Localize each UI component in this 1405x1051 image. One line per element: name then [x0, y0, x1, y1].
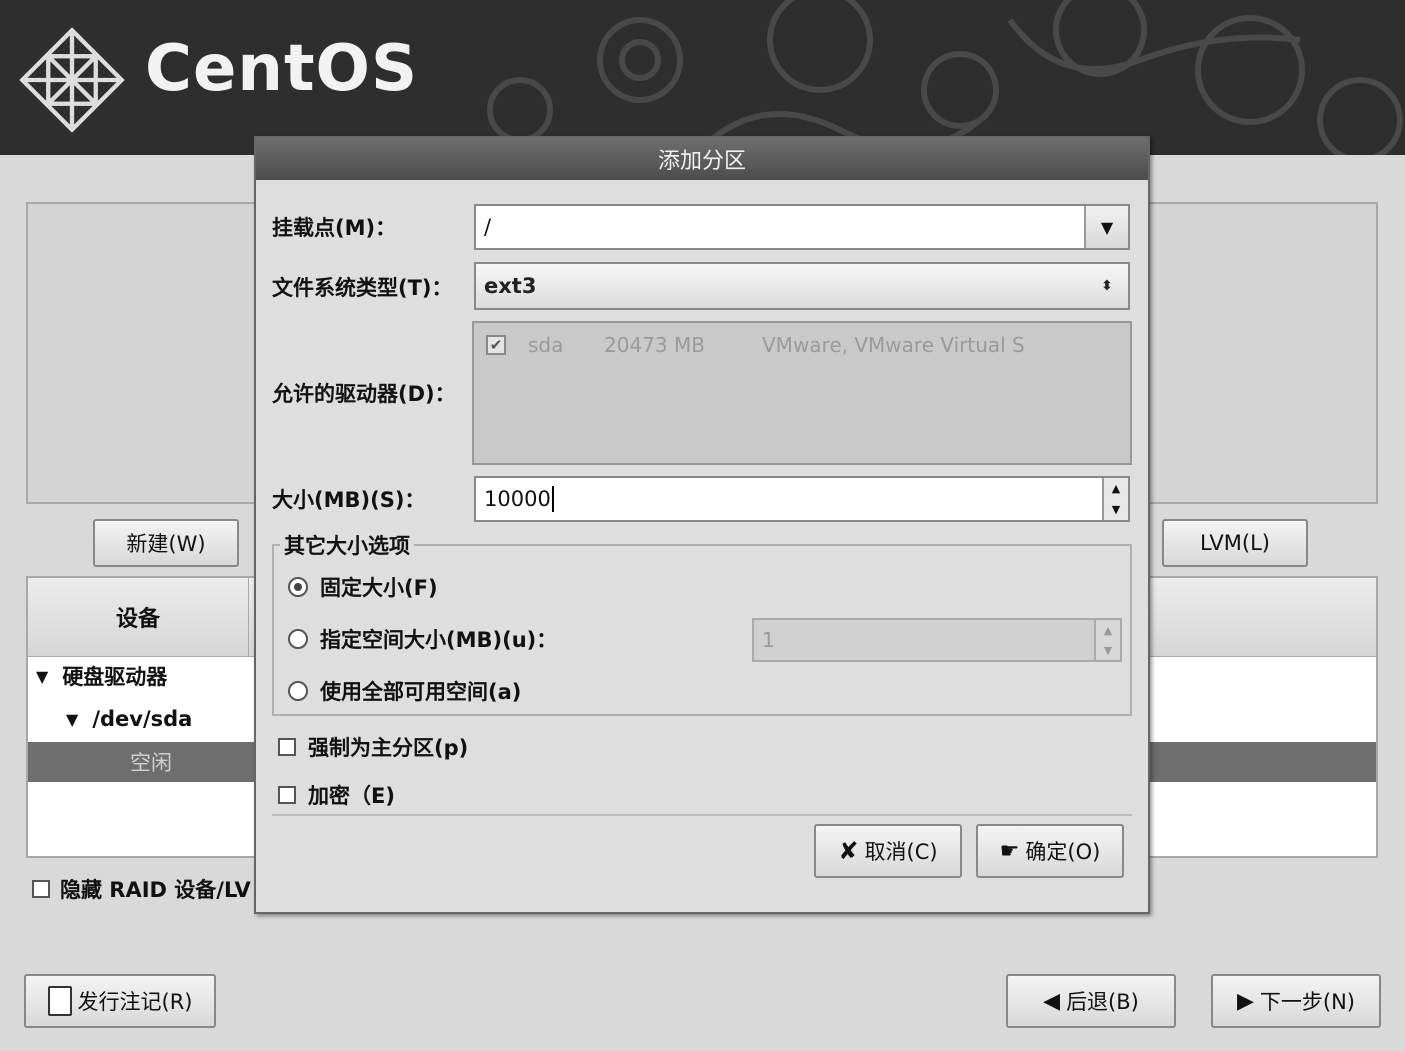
dialog-title: 添加分区	[256, 138, 1148, 180]
force-primary-label: 强制为主分区(p)	[308, 736, 469, 760]
drive-name: sda	[528, 333, 564, 357]
fill-to-size-value: 1	[762, 628, 775, 652]
expander-icon[interactable]: ▼	[36, 667, 48, 686]
release-notes-label: 发行注记(R)	[77, 990, 193, 1014]
hide-raid-checkbox-row[interactable]: 隐藏 RAID 设备/LV	[32, 874, 251, 904]
encrypt-label: 加密（E)	[308, 784, 395, 808]
hide-raid-checkbox[interactable]	[32, 880, 50, 898]
drive-size: 20473 MB	[604, 333, 705, 357]
close-icon: ✘	[838, 837, 859, 865]
radio-fixed-size[interactable]: 固定大小(F)	[288, 572, 438, 602]
spin-down-icon[interactable]: ▼	[1112, 503, 1120, 516]
size-label: 大小(MB)(S)：	[272, 488, 426, 512]
header-banner: CentOS	[0, 0, 1405, 155]
spin-arrows[interactable]: ▲ ▼	[1102, 478, 1128, 520]
centos-logo-icon	[19, 27, 125, 133]
cancel-label: 取消(C)	[864, 840, 938, 864]
radio-fixed-size-label: 固定大小(F)	[320, 576, 438, 600]
encrypt-checkbox-row[interactable]: 加密（E)	[278, 780, 395, 810]
encrypt-checkbox[interactable]	[278, 786, 296, 804]
mount-point-label: 挂载点(M)：	[272, 216, 397, 240]
radio-fill-all[interactable]: 使用全部可用空间(a)	[288, 676, 521, 706]
tree-row-label: /dev/sda	[92, 707, 193, 731]
other-size-options-title: 其它大小选项	[280, 530, 414, 560]
filesystem-type-value: ext3	[484, 274, 537, 298]
chevron-down-icon[interactable]: ▼	[1084, 206, 1128, 248]
arrow-left-icon: ◀	[1043, 988, 1061, 1014]
radio-fill-to-size-label: 指定空间大小(MB)(u)：	[320, 628, 558, 652]
size-spinbox[interactable]: 10000 ▲ ▼	[474, 476, 1130, 522]
allowed-drives-label: 允许的驱动器(D)：	[272, 382, 456, 406]
hide-raid-label: 隐藏 RAID 设备/LV	[60, 878, 251, 902]
tree-row-hard-drives[interactable]: ▼ 硬盘驱动器	[36, 656, 167, 696]
tree-row-label: 硬盘驱动器	[62, 665, 168, 689]
tree-row-label: 空闲	[130, 751, 172, 775]
text-cursor	[551, 486, 554, 512]
spin-arrows-disabled: ▲ ▼	[1094, 620, 1120, 660]
ok-hand-icon: ☛	[999, 838, 1020, 864]
arrow-right-icon: ▶	[1236, 988, 1254, 1014]
back-label: 后退(B)	[1066, 990, 1139, 1014]
radio-selected-icon[interactable]	[288, 577, 308, 597]
fill-to-size-spinbox[interactable]: 1 ▲ ▼	[752, 618, 1122, 662]
size-value[interactable]: 10000	[484, 487, 551, 511]
updown-icon: ⬍	[1101, 278, 1113, 294]
next-label: 下一步(N)	[1259, 990, 1356, 1014]
drive-row: ✔ sda 20473 MB VMware, VMware Virtual S	[486, 333, 1025, 357]
new-partition-button[interactable]: 新建(W)	[93, 519, 239, 567]
drive-model: VMware, VMware Virtual S	[762, 333, 1025, 357]
lvm-button[interactable]: LVM(L)	[1162, 519, 1308, 567]
radio-fill-to-size[interactable]: 指定空间大小(MB)(u)：	[288, 624, 557, 654]
spin-up-icon[interactable]: ▲	[1112, 482, 1120, 495]
add-partition-dialog: 添加分区 挂载点(M)： / ▼ 文件系统类型(T)： ext3 ⬍ 允许的驱动…	[254, 136, 1150, 914]
other-size-options-frame: 其它大小选项 固定大小(F) 指定空间大小(MB)(u)： 1 ▲ ▼ 使用全部…	[272, 530, 1132, 716]
filesystem-type-select[interactable]: ext3 ⬍	[474, 262, 1130, 310]
drive-checkbox-checked-icon: ✔	[486, 335, 506, 355]
cancel-button[interactable]: ✘ 取消(C)	[814, 824, 962, 878]
force-primary-checkbox[interactable]	[278, 738, 296, 756]
mount-point-combo[interactable]: / ▼	[474, 204, 1130, 250]
radio-unselected-icon[interactable]	[288, 681, 308, 701]
spin-up-icon: ▲	[1103, 623, 1113, 637]
force-primary-checkbox-row[interactable]: 强制为主分区(p)	[278, 732, 468, 762]
logo-text: CentOS	[145, 32, 419, 106]
ok-label: 确定(O)	[1025, 840, 1101, 864]
back-button[interactable]: ◀ 后退(B)	[1006, 974, 1176, 1028]
allowed-drives-list: ✔ sda 20473 MB VMware, VMware Virtual S	[472, 321, 1132, 465]
separator	[272, 814, 1132, 816]
next-button[interactable]: ▶ 下一步(N)	[1211, 974, 1381, 1028]
tree-row-dev-sda[interactable]: ▼ /dev/sda	[66, 699, 192, 739]
filesystem-type-label: 文件系统类型(T)：	[272, 276, 453, 300]
mount-point-value[interactable]: /	[484, 215, 491, 239]
column-header-device[interactable]: 设备	[28, 578, 249, 656]
ok-button[interactable]: ☛ 确定(O)	[976, 824, 1124, 878]
radio-fill-all-label: 使用全部可用空间(a)	[320, 680, 522, 704]
radio-unselected-icon[interactable]	[288, 629, 308, 649]
release-notes-button[interactable]: 发行注记(R)	[24, 974, 216, 1028]
spin-down-icon: ▼	[1103, 643, 1113, 657]
expander-icon[interactable]: ▼	[66, 710, 78, 729]
document-icon	[47, 986, 72, 1016]
